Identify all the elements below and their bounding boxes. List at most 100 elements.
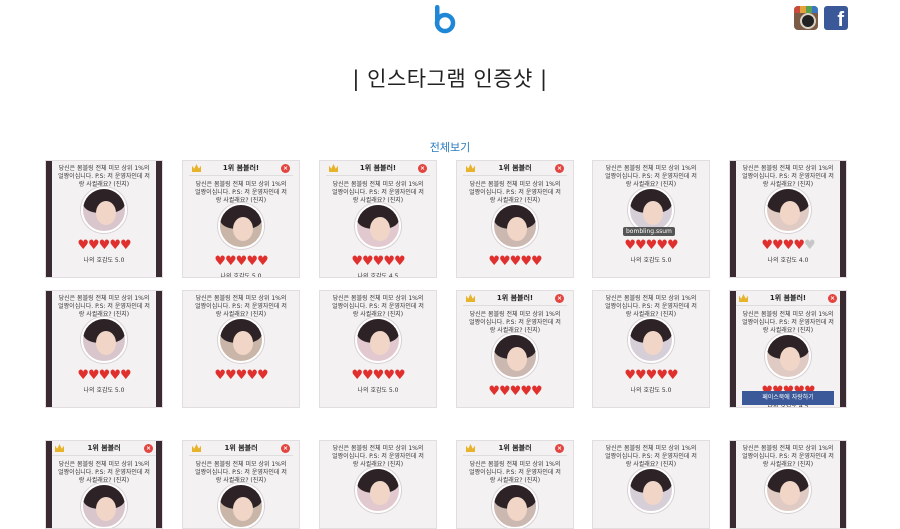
avatar-face bbox=[370, 331, 390, 355]
close-icon[interactable]: × bbox=[418, 164, 427, 173]
heart-icon: ♥ bbox=[666, 238, 679, 253]
heart-icon: ♥ bbox=[98, 368, 111, 383]
photo-card[interactable]: 당신은 봄블링 전체 미모 상위 1%의 얼짱이십니다. P.S: 저 운영자인… bbox=[592, 290, 710, 408]
facebook-share-button[interactable]: 페이스북에 자랑하기 bbox=[742, 391, 834, 405]
crown-icon bbox=[55, 444, 64, 452]
score-label: 나의 호감도 5.0 bbox=[357, 387, 399, 394]
card-border bbox=[840, 441, 846, 528]
facebook-icon[interactable]: f bbox=[824, 6, 848, 30]
photo-card[interactable]: 1위 봄블러 × 당신은 봄블링 전체 미모 상위 1%의 얼짱이십니다. P.S:… bbox=[45, 440, 163, 529]
photo-card[interactable]: 당신은 봄블링 전체 미모 상위 1%의 얼짱이십니다. P.S: 저 운영자인… bbox=[319, 290, 437, 408]
photo-card[interactable]: 1위 봄블러 × 당신은 봄블링 전체 미모 상위 1%의 얼짱이십니다. P.S:… bbox=[182, 440, 300, 529]
score-label: 나의 호감도 4.0 bbox=[767, 257, 809, 264]
photo-card[interactable]: 1위 봄블러 × 당신은 봄블링 전체 미모 상위 1%의 얼짱이십니다. P.S:… bbox=[456, 160, 574, 278]
rating-hearts: ♥♥♥♥♥ bbox=[46, 239, 162, 252]
avatar-face bbox=[233, 217, 253, 241]
heart-icon: ♥ bbox=[499, 384, 511, 399]
heart-icon: ♥ bbox=[645, 368, 658, 383]
heart-icon: ♥ bbox=[393, 254, 406, 269]
photo-card[interactable]: 당신은 봄블링 전체 미모 상위 1%의 얼짱이십니다. P.S: 저 운영자인… bbox=[45, 160, 163, 278]
avatar bbox=[81, 187, 127, 233]
card-message: 당신은 봄블링 전체 미모 상위 1%의 얼짱이십니다. P.S: 저 운영자인… bbox=[469, 181, 561, 204]
avatar bbox=[355, 317, 401, 363]
heart-icon: ♥ bbox=[256, 254, 269, 269]
close-icon[interactable]: × bbox=[144, 444, 153, 453]
instagram-link[interactable] bbox=[794, 6, 818, 30]
heart-icon: ♥ bbox=[351, 368, 363, 383]
crown-icon bbox=[739, 294, 748, 302]
facebook-link[interactable]: f bbox=[824, 6, 848, 30]
card-message: 당신은 봄블링 전체 미모 상위 1%의 얼짱이십니다. P.S: 저 운영자인… bbox=[58, 295, 150, 318]
rating-hearts: ♥♥♥♥♥ bbox=[183, 255, 299, 268]
crown-icon bbox=[466, 164, 475, 172]
heart-icon: ♥ bbox=[530, 384, 543, 399]
close-icon[interactable]: × bbox=[555, 444, 564, 453]
avatar-face bbox=[233, 331, 253, 355]
score-label: 나의 호감도 5.0 bbox=[630, 387, 672, 394]
photo-card[interactable]: 당신은 봄블링 전체 미모 상위 1%의 얼짱이십니다. P.S: 저 운영자인… bbox=[729, 440, 847, 529]
heart-icon: ♥ bbox=[772, 238, 784, 253]
avatar bbox=[218, 203, 264, 249]
card-message: 당신은 봄블링 전체 미모 상위 1%의 얼짱이십니다. P.S: 저 운영자인… bbox=[195, 181, 287, 204]
crown-icon bbox=[466, 444, 475, 452]
heart-icon: ♥ bbox=[793, 238, 805, 253]
card-header-title: 1위 봄블러! bbox=[769, 294, 807, 302]
b-logo-icon[interactable] bbox=[432, 4, 456, 34]
heart-icon: ♥ bbox=[372, 368, 385, 383]
photo-card[interactable]: 1위 봄블러! × 당신은 봄블링 전체 미모 상위 1%의 얼짱이십니다. P.S… bbox=[319, 160, 437, 278]
photo-card[interactable]: 당신은 봄블링 전체 미모 상위 1%의 얼짱이십니다. P.S: 저 운영자인… bbox=[182, 290, 300, 408]
photo-card[interactable]: 1위 봄블러! × 당신은 봄블링 전체 미모 상위 1%의 얼짱이십니다. P.S… bbox=[182, 160, 300, 278]
heart-icon: ♥ bbox=[645, 238, 658, 253]
avatar bbox=[81, 483, 127, 528]
avatar-face bbox=[96, 331, 116, 355]
rating-hearts: ♥♥♥♥♥ bbox=[730, 239, 846, 252]
avatar bbox=[355, 467, 401, 513]
heart-icon: ♥ bbox=[520, 384, 532, 399]
rating-hearts: ♥♥♥♥♥ bbox=[320, 369, 436, 382]
close-icon[interactable]: × bbox=[555, 164, 564, 173]
card-message: 당신은 봄블링 전체 미모 상위 1%의 얼짱이십니다. P.S: 저 운영자인… bbox=[605, 295, 697, 318]
card-message: 당신은 봄블링 전체 미모 상위 1%의 얼짱이십니다. P.S: 저 운영자인… bbox=[332, 445, 424, 468]
avatar bbox=[218, 483, 264, 528]
avatar bbox=[765, 187, 811, 233]
heart-icon: ♥ bbox=[88, 368, 100, 383]
close-icon[interactable]: × bbox=[281, 444, 290, 453]
avatar bbox=[355, 203, 401, 249]
avatar bbox=[218, 317, 264, 363]
close-icon[interactable]: × bbox=[555, 294, 564, 303]
heart-icon: ♥ bbox=[109, 368, 121, 383]
avatar-face bbox=[96, 201, 116, 225]
card-message: 당신은 봄블링 전체 미모 상위 1%의 얼짱이십니다. P.S: 저 운영자인… bbox=[742, 311, 834, 334]
avatar-face bbox=[507, 217, 527, 241]
photo-card[interactable]: 당신은 봄블링 전체 미모 상위 1%의 얼짱이십니다. P.S: 저 운영자인… bbox=[592, 160, 710, 278]
photo-card[interactable]: 당신은 봄블링 전체 미모 상위 1%의 얼짱이십니다. P.S: 저 운영자인… bbox=[729, 160, 847, 278]
username-tag: bombling.ssum bbox=[623, 227, 675, 236]
card-message: 당신은 봄블링 전체 미모 상위 1%의 얼짱이십니다. P.S: 저 운영자인… bbox=[469, 311, 561, 334]
heart-icon: ♥ bbox=[383, 254, 395, 269]
card-header-title: 1위 봄블러! bbox=[359, 164, 397, 172]
card-message: 당신은 봄블링 전체 미모 상위 1%의 얼짱이십니다. P.S: 저 운영자인… bbox=[195, 461, 287, 484]
score-label: 나의 호감도 4.5 bbox=[357, 273, 399, 278]
avatar-face bbox=[780, 347, 800, 371]
rating-hearts: ♥♥♥♥♥ bbox=[320, 255, 436, 268]
close-icon[interactable]: × bbox=[281, 164, 290, 173]
heart-icon: ♥ bbox=[624, 368, 636, 383]
photo-card[interactable]: 1위 봄블러 × 당신은 봄블링 전체 미모 상위 1%의 얼짱이십니다. P.S:… bbox=[456, 440, 574, 529]
heart-icon: ♥ bbox=[635, 368, 647, 383]
photo-card[interactable]: 1위 봄블러! × 당신은 봄블링 전체 미모 상위 1%의 얼짱이십니다. P.S… bbox=[456, 290, 574, 408]
close-icon[interactable]: × bbox=[828, 294, 837, 303]
view-all-link[interactable]: 전체보기 bbox=[0, 139, 900, 155]
avatar bbox=[492, 483, 538, 528]
rating-hearts: ♥♥♥♥♥ bbox=[457, 385, 573, 398]
crown-icon bbox=[329, 164, 338, 172]
card-header: 1위 봄블러! × bbox=[326, 161, 430, 176]
card-message: 당신은 봄블링 전체 미모 상위 1%의 얼짱이십니다. P.S: 저 운영자인… bbox=[605, 165, 697, 188]
photo-card[interactable]: 당신은 봄블링 전체 미모 상위 1%의 얼짱이십니다. P.S: 저 운영자인… bbox=[319, 440, 437, 529]
photo-card[interactable]: 당신은 봄블링 전체 미모 상위 1%의 얼짱이십니다. P.S: 저 운영자인… bbox=[592, 440, 710, 529]
photo-card[interactable]: 1위 봄블러! × 당신은 봄블링 전체 미모 상위 1%의 얼짱이십니다. P.S… bbox=[729, 290, 847, 408]
instagram-icon[interactable] bbox=[794, 6, 818, 30]
avatar-face bbox=[370, 481, 390, 505]
card-header: 1위 봄블러 × bbox=[189, 441, 293, 456]
photo-card[interactable]: 당신은 봄블링 전체 미모 상위 1%의 얼짱이십니다. P.S: 저 운영자인… bbox=[45, 290, 163, 408]
heart-icon: ♥ bbox=[119, 368, 132, 383]
